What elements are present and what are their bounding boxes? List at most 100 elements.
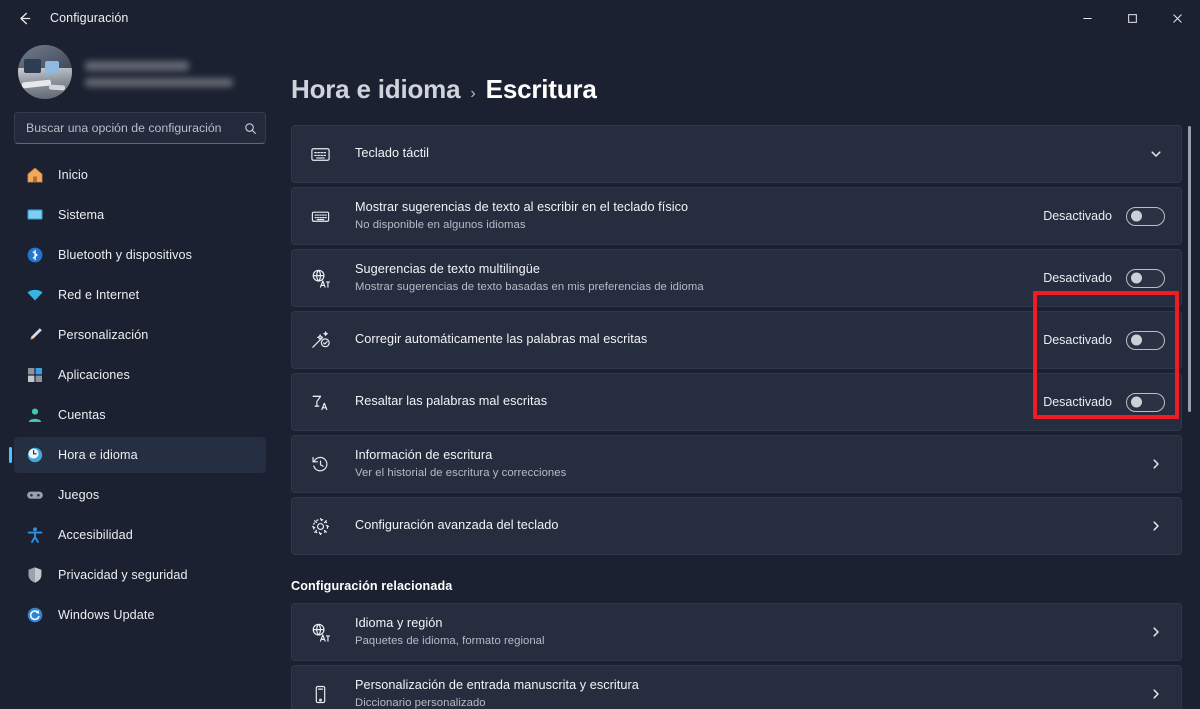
home-icon	[26, 166, 44, 184]
setting-row-sugerencias-multilingue[interactable]: Sugerencias de texto multilingüe Mostrar…	[291, 249, 1182, 307]
sidebar-item-label: Cuentas	[58, 408, 106, 422]
setting-control	[1133, 455, 1165, 473]
setting-title: Personalización de entrada manuscrita y …	[355, 677, 639, 692]
setting-title: Sugerencias de texto multilingüe	[355, 261, 540, 276]
setting-text: Corregir automáticamente las palabras ma…	[355, 332, 1029, 348]
chevron-right-icon[interactable]	[1147, 685, 1165, 703]
setting-row-sugerencias-teclado-fisico[interactable]: Mostrar sugerencias de texto al escribir…	[291, 187, 1182, 245]
sidebar-item-aplicaciones[interactable]: Aplicaciones	[14, 357, 266, 393]
sidebar: Inicio Sistema Bluetooth y dispositivos	[0, 36, 278, 709]
breadcrumb: Hora e idioma › Escritura	[291, 36, 1182, 125]
account-text	[85, 58, 233, 87]
setting-control	[1133, 517, 1165, 535]
minimize-button[interactable]	[1065, 0, 1110, 36]
setting-row-teclado-tactil[interactable]: Teclado táctil	[291, 125, 1182, 183]
chevron-right-icon[interactable]	[1147, 623, 1165, 641]
sidebar-item-bluetooth[interactable]: Bluetooth y dispositivos	[14, 237, 266, 273]
setting-title: Resaltar las palabras mal escritas	[355, 394, 548, 409]
keyboard-icon	[309, 205, 331, 227]
sidebar-item-label: Hora e idioma	[58, 448, 138, 462]
main-content: Hora e idioma › Escritura Teclado táctil	[278, 36, 1200, 709]
window-body: Inicio Sistema Bluetooth y dispositivos	[0, 36, 1200, 709]
setting-control: Desactivado	[1029, 330, 1165, 350]
sidebar-nav: Inicio Sistema Bluetooth y dispositivos	[14, 157, 266, 633]
sidebar-item-label: Juegos	[58, 488, 100, 502]
sidebar-item-label: Sistema	[58, 208, 105, 222]
setting-title: Mostrar sugerencias de texto al escribir…	[355, 199, 689, 214]
setting-control: Desactivado	[1029, 392, 1165, 412]
sidebar-item-label: Accesibilidad	[58, 528, 133, 542]
gamepad-icon	[26, 486, 44, 504]
sidebar-item-label: Bluetooth y dispositivos	[58, 248, 193, 262]
setting-text: Idioma y región Paquetes de idioma, form…	[355, 616, 1133, 649]
toggle-switch[interactable]	[1126, 392, 1165, 412]
chevron-down-icon[interactable]	[1147, 145, 1165, 163]
touch-keyboard-icon	[309, 143, 331, 165]
chevron-right-icon[interactable]	[1147, 517, 1165, 535]
sidebar-item-label: Personalización	[58, 328, 149, 342]
related-row-personalizacion-manuscrita[interactable]: Personalización de entrada manuscrita y …	[291, 665, 1182, 709]
accessibility-icon	[26, 526, 44, 544]
account-email-blurred	[85, 77, 233, 87]
sidebar-item-red[interactable]: Red e Internet	[14, 277, 266, 313]
toggle-state-label: Desactivado	[1043, 271, 1112, 285]
sidebar-item-windows-update[interactable]: Windows Update	[14, 597, 266, 633]
setting-row-informacion-escritura[interactable]: Información de escritura Ver el historia…	[291, 435, 1182, 493]
setting-text: Mostrar sugerencias de texto al escribir…	[355, 200, 1029, 233]
back-button[interactable]	[7, 3, 41, 33]
close-button[interactable]	[1155, 0, 1200, 36]
related-row-idioma-y-region[interactable]: Idioma y región Paquetes de idioma, form…	[291, 603, 1182, 661]
toggle-state-label: Desactivado	[1043, 333, 1112, 347]
sidebar-item-sistema[interactable]: Sistema	[14, 197, 266, 233]
search-input[interactable]	[15, 121, 235, 135]
main-scrollbar[interactable]	[1185, 126, 1195, 703]
bluetooth-icon	[26, 246, 44, 264]
apps-icon	[26, 366, 44, 384]
sidebar-item-label: Inicio	[58, 168, 88, 182]
main-scroll-area: Hora e idioma › Escritura Teclado táctil	[278, 36, 1200, 709]
title-bar: Configuración	[0, 0, 1200, 36]
magnifier-icon	[244, 122, 256, 134]
related-settings-heading: Configuración relacionada	[291, 579, 453, 593]
toggle-switch[interactable]	[1126, 268, 1165, 288]
search-icon[interactable]	[235, 122, 265, 135]
window-title: Configuración	[50, 11, 129, 25]
setting-row-resaltar-palabras[interactable]: Resaltar las palabras mal escritas Desac…	[291, 373, 1182, 431]
autocorrect-wand-icon	[309, 329, 331, 351]
close-icon	[1173, 13, 1182, 23]
toggle-switch[interactable]	[1126, 206, 1165, 226]
setting-control: Desactivado	[1029, 206, 1165, 226]
sidebar-item-privacidad[interactable]: Privacidad y seguridad	[14, 557, 266, 593]
setting-text: Teclado táctil	[355, 146, 1133, 162]
sidebar-item-inicio[interactable]: Inicio	[14, 157, 266, 193]
setting-title: Configuración avanzada del teclado	[355, 518, 559, 533]
toggle-switch[interactable]	[1126, 330, 1165, 350]
setting-subtitle: Mostrar sugerencias de texto basadas en …	[355, 281, 704, 294]
account-tile[interactable]	[14, 36, 266, 102]
setting-title: Idioma y región	[355, 615, 443, 630]
update-icon	[26, 606, 44, 624]
settings-window: Configuración Buscar una opción de confi…	[0, 0, 1200, 709]
setting-control	[1133, 623, 1165, 641]
sidebar-item-hora-e-idioma[interactable]: Hora e idioma	[14, 437, 266, 473]
setting-subtitle: Paquetes de idioma, formato regional	[355, 635, 545, 648]
toggle-state-label: Desactivado	[1043, 209, 1112, 223]
maximize-button[interactable]	[1110, 0, 1155, 36]
breadcrumb-parent[interactable]: Hora e idioma	[291, 74, 461, 105]
person-icon	[26, 406, 44, 424]
sidebar-item-cuentas[interactable]: Cuentas	[14, 397, 266, 433]
chevron-right-icon[interactable]	[1147, 455, 1165, 473]
scrollbar-thumb[interactable]	[1188, 126, 1191, 412]
search-box[interactable]	[14, 112, 266, 144]
clock-globe-icon	[26, 446, 44, 464]
setting-title: Información de escritura	[355, 447, 493, 462]
sidebar-item-personalizacion[interactable]: Personalización	[14, 317, 266, 353]
breadcrumb-separator-icon: ›	[470, 85, 476, 102]
setting-text: Resaltar las palabras mal escritas	[355, 394, 1029, 410]
shield-icon	[26, 566, 44, 584]
account-name-blurred	[85, 60, 189, 71]
setting-row-corregir-automaticamente[interactable]: Corregir automáticamente las palabras ma…	[291, 311, 1182, 369]
sidebar-item-juegos[interactable]: Juegos	[14, 477, 266, 513]
setting-row-configuracion-avanzada-teclado[interactable]: Configuración avanzada del teclado	[291, 497, 1182, 555]
sidebar-item-accesibilidad[interactable]: Accesibilidad	[14, 517, 266, 553]
